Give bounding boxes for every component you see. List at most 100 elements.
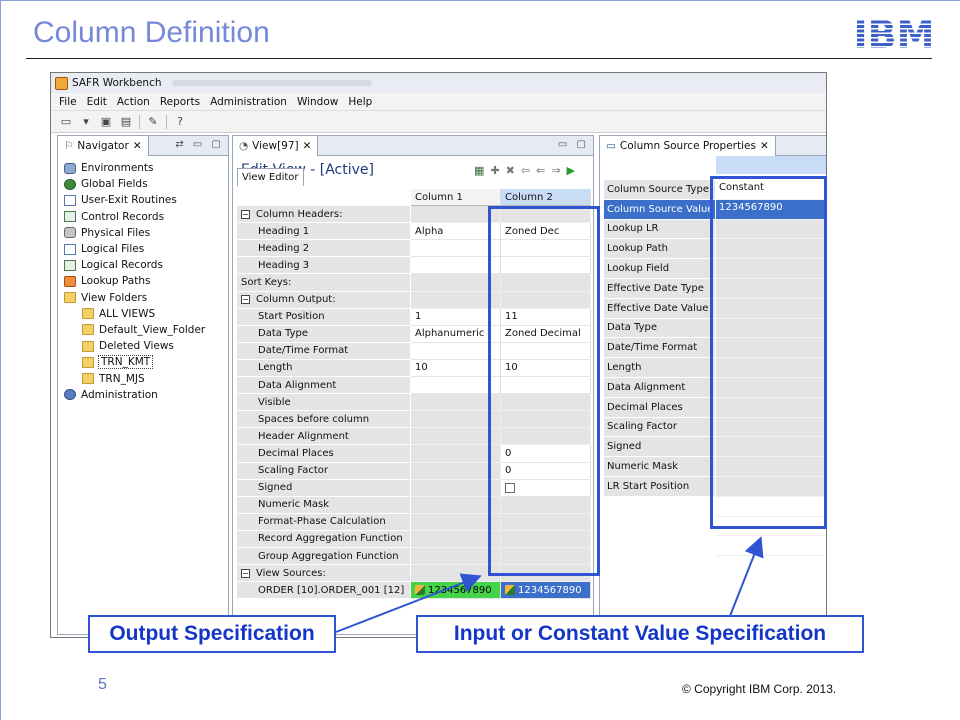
navigator-tree: Environments Global Fields User-Exit Routi… bbox=[58, 156, 228, 403]
navigator-panel: ⚐ Navigator ✕ ⇄ ▭ ▢ Environments Global F… bbox=[57, 135, 229, 635]
save-all-icon[interactable]: ▤ bbox=[119, 115, 133, 129]
folder-icon bbox=[82, 373, 94, 385]
help-icon[interactable]: ? bbox=[173, 115, 187, 129]
grid-row-label: Numeric Mask bbox=[237, 496, 411, 514]
pin-icon[interactable]: ✎ bbox=[146, 115, 160, 129]
tab-navigator[interactable]: ⚐ Navigator ✕ bbox=[58, 135, 149, 156]
menu-file[interactable]: File bbox=[59, 96, 77, 108]
add-icon[interactable]: ✚ bbox=[490, 164, 499, 177]
close-icon[interactable]: ✕ bbox=[760, 140, 769, 152]
property-label: Scaling Factor bbox=[604, 417, 716, 438]
menu-action[interactable]: Action bbox=[117, 96, 150, 108]
property-label: Lookup LR bbox=[604, 219, 716, 240]
navigator-item-label: Logical Files bbox=[81, 243, 145, 256]
property-label: Effective Date Type bbox=[604, 278, 716, 299]
grid-row-label: Heading 1 bbox=[237, 223, 411, 241]
navigator-item[interactable]: ALL VIEWS bbox=[64, 306, 228, 322]
tab-view-editor[interactable]: View Editor bbox=[237, 168, 304, 186]
toolbar-separator bbox=[139, 114, 140, 129]
grid-row-label: Heading 2 bbox=[237, 240, 411, 258]
tab-column-source-properties[interactable]: ▭ Column Source Properties ✕ bbox=[600, 135, 776, 156]
tab-view-97[interactable]: ◔ View[97] ✕ bbox=[233, 135, 319, 156]
panel-minmax-controls[interactable]: ▭ ▢ bbox=[558, 139, 589, 150]
chevron-down-icon[interactable]: ▾ bbox=[79, 115, 93, 129]
undo-icon[interactable]: ⇦ bbox=[521, 164, 530, 177]
property-label: Length bbox=[604, 358, 716, 378]
navigator-item[interactable]: Global Fields bbox=[64, 176, 228, 192]
output-specification-callout: Output Specification bbox=[88, 615, 336, 653]
collapse-icon[interactable]: − bbox=[241, 568, 250, 578]
navigator-item[interactable]: User-Exit Routines bbox=[64, 192, 228, 208]
run-icon[interactable]: ▶ bbox=[567, 164, 575, 177]
menu-window[interactable]: Window bbox=[297, 96, 338, 108]
navigator-item[interactable]: Administration bbox=[64, 387, 228, 403]
svg-text:IBM: IBM bbox=[854, 16, 935, 52]
collapse-icon[interactable]: − bbox=[241, 295, 250, 305]
navigator-item-label: Lookup Paths bbox=[81, 275, 151, 288]
navigator-item[interactable]: Default_View_Folder bbox=[64, 322, 228, 338]
property-label: Column Source Value bbox=[604, 199, 716, 220]
grid-row-label: Start Position bbox=[237, 308, 411, 326]
close-icon[interactable]: ✕ bbox=[303, 140, 312, 152]
new-icon[interactable]: ▭ bbox=[59, 115, 73, 129]
close-icon[interactable]: ✕ bbox=[133, 140, 142, 152]
navigator-item-label: Administration bbox=[81, 388, 158, 401]
property-label: Lookup Field bbox=[604, 259, 716, 279]
grid-row-label-text: Scaling Factor bbox=[258, 465, 329, 477]
main-toolbar: ▭ ▾ ▣ ▤ ✎ ? bbox=[51, 111, 826, 133]
column-1-header[interactable]: Column 1 bbox=[411, 189, 501, 207]
grid-row-label-text: Heading 1 bbox=[258, 225, 310, 237]
column-2-highlight bbox=[488, 206, 600, 576]
grid-row-label-text: Visible bbox=[258, 396, 291, 408]
slide-title: Column Definition bbox=[33, 16, 270, 49]
grid-row-label-text: Date/Time Format bbox=[258, 345, 349, 357]
menu-administration[interactable]: Administration bbox=[210, 96, 287, 108]
grid-header-row: Column 1 Column 2 bbox=[237, 189, 591, 207]
grid-row-label-text: Format-Phase Calculation bbox=[258, 516, 386, 528]
move-left-icon[interactable]: ⇐ bbox=[536, 164, 545, 177]
navigator-item[interactable]: Deleted Views bbox=[64, 338, 228, 354]
grid-cell-column-2[interactable]: 1234567890 bbox=[501, 582, 591, 600]
grid-row-label-text: Data Type bbox=[258, 328, 309, 340]
navigator-item[interactable]: TRN_MJS bbox=[64, 370, 228, 386]
grid-cell-value: 1234567890 bbox=[518, 584, 582, 596]
menu-reports[interactable]: Reports bbox=[160, 96, 200, 108]
grid-row-label: Visible bbox=[237, 394, 411, 412]
folder-icon bbox=[82, 340, 94, 352]
property-label: Data Alignment bbox=[604, 377, 716, 398]
properties-icon[interactable]: ▦ bbox=[474, 164, 484, 177]
menu-edit[interactable]: Edit bbox=[87, 96, 107, 108]
globe-icon bbox=[64, 178, 76, 190]
delete-icon[interactable]: ✖ bbox=[506, 164, 515, 177]
navigator-item[interactable]: Logical Records bbox=[64, 257, 228, 273]
navigator-item[interactable]: View Folders bbox=[64, 290, 228, 306]
navigator-item-label: TRN_KMT bbox=[97, 355, 154, 370]
grid-row-label: ORDER [10].ORDER_001 [12] bbox=[237, 582, 411, 600]
grid-row-label-text: Start Position bbox=[258, 311, 325, 323]
navigator-item[interactable]: Environments bbox=[64, 160, 228, 176]
navigator-item[interactable]: Lookup Paths bbox=[64, 273, 228, 289]
panel-minmax-controls[interactable]: ⇄ ▭ ▢ bbox=[175, 139, 224, 150]
navigator-item-label: Physical Files bbox=[81, 226, 151, 239]
grid-cell-column-1[interactable]: 1234567890 bbox=[411, 582, 501, 600]
collapse-icon[interactable]: − bbox=[241, 209, 250, 219]
gear-icon bbox=[64, 162, 76, 174]
blurred-title-text bbox=[171, 80, 372, 86]
column-2-header[interactable]: Column 2 bbox=[501, 189, 591, 207]
navigator-item-label: Environments bbox=[81, 162, 154, 175]
grid-row-label: Group Aggregation Function bbox=[237, 547, 411, 566]
grid-row-label: Sort Keys: bbox=[237, 274, 411, 292]
grid-row-label-text: Column Output: bbox=[256, 294, 336, 306]
grid-row-label-text: Length bbox=[258, 362, 293, 374]
move-right-icon[interactable]: ⇒ bbox=[551, 164, 560, 177]
navigator-item[interactable]: Physical Files bbox=[64, 225, 228, 241]
property-label bbox=[604, 496, 716, 517]
navigator-item[interactable]: Control Records bbox=[64, 209, 228, 225]
grid-row-label: Data Alignment bbox=[237, 377, 411, 395]
page-number: 5 bbox=[98, 676, 107, 693]
toolbar-separator bbox=[166, 114, 167, 129]
save-icon[interactable]: ▣ bbox=[99, 115, 113, 129]
menu-help[interactable]: Help bbox=[348, 96, 372, 108]
navigator-item[interactable]: TRN_KMT bbox=[64, 354, 228, 370]
navigator-item[interactable]: Logical Files bbox=[64, 241, 228, 257]
